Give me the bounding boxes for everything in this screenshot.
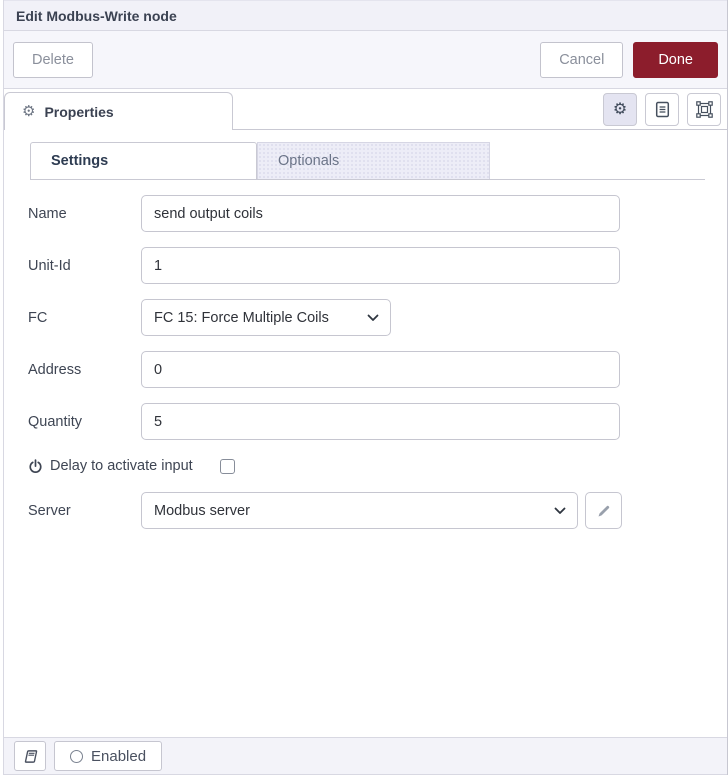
server-label: Server [28, 502, 71, 519]
power-icon [28, 458, 43, 474]
settings-form: Name Unit-Id FC FC 15: Force Multiple Co… [4, 195, 727, 529]
name-row: Name [28, 195, 727, 232]
settings-tab-label: Settings [51, 153, 109, 169]
delay-checkbox[interactable] [219, 458, 235, 474]
enabled-toggle-button[interactable]: Enabled [54, 741, 163, 771]
tab-properties[interactable]: ⚙ Properties [4, 92, 233, 130]
fc-select[interactable]: FC 15: Force Multiple Coils [141, 299, 391, 336]
pencil-icon [597, 504, 611, 518]
quantity-label: Quantity [28, 413, 82, 430]
address-input[interactable] [141, 351, 620, 388]
unit-id-input[interactable] [141, 247, 620, 284]
dialog-panel: Edit Modbus-Write node Delete Cancel Don… [3, 0, 727, 775]
properties-tab-label: Properties [44, 103, 114, 120]
unit-id-row: Unit-Id [28, 247, 727, 284]
server-row: Server Modbus server [28, 492, 727, 529]
address-row: Address [28, 351, 727, 388]
server-selected-value: Modbus server [154, 502, 250, 519]
circle-icon [70, 749, 83, 763]
quantity-row: Quantity [28, 403, 727, 440]
settings-tab-bar: Settings Optionals [30, 142, 705, 180]
delay-label: Delay to activate input [50, 458, 193, 474]
server-select[interactable]: Modbus server [141, 492, 578, 529]
edit-server-button[interactable] [585, 492, 622, 529]
name-input[interactable] [141, 195, 620, 232]
fc-label: FC [28, 309, 48, 326]
gear-icon: ⚙ [22, 103, 36, 120]
done-button[interactable]: Done [633, 41, 718, 78]
name-label: Name [28, 205, 67, 222]
dialog-toolbar: Delete Cancel Done [4, 31, 727, 89]
chevron-down-icon [554, 507, 566, 515]
tab-optionals[interactable]: Optionals [257, 142, 490, 179]
book-icon [23, 749, 38, 764]
unit-id-label: Unit-Id [28, 257, 71, 274]
fc-selected-value: FC 15: Force Multiple Coils [154, 309, 329, 326]
gear-icon: ⚙ [612, 100, 628, 118]
properties-content: Settings Optionals Name Unit-Id FC [4, 130, 727, 737]
document-icon [655, 101, 670, 118]
node-appearance-button[interactable] [687, 93, 721, 126]
delete-button[interactable]: Delete [13, 41, 93, 78]
docs-button[interactable] [14, 741, 46, 771]
editor-tab-bar: ⚙ Properties ⚙ [4, 89, 727, 130]
quantity-input[interactable] [141, 403, 620, 440]
address-label: Address [28, 361, 82, 378]
node-properties-button[interactable]: ⚙ [603, 93, 637, 126]
chevron-down-icon [367, 314, 379, 322]
dialog-header: Edit Modbus-Write node [4, 0, 727, 31]
node-description-button[interactable] [645, 93, 679, 126]
cancel-button[interactable]: Cancel [540, 41, 624, 78]
dialog-title: Edit Modbus-Write node [16, 7, 177, 24]
dialog-footer: Enabled [4, 737, 727, 775]
delay-row: Delay to activate input [28, 458, 727, 474]
appearance-icon [695, 101, 713, 118]
editor-icon-tray: ⚙ [603, 93, 721, 126]
optionals-tab-label: Optionals [278, 153, 340, 169]
fc-row: FC FC 15: Force Multiple Coils [28, 299, 727, 336]
edit-node-dialog: Edit Modbus-Write node Delete Cancel Don… [0, 0, 728, 775]
enabled-label: Enabled [91, 747, 147, 765]
tab-settings[interactable]: Settings [30, 142, 257, 179]
